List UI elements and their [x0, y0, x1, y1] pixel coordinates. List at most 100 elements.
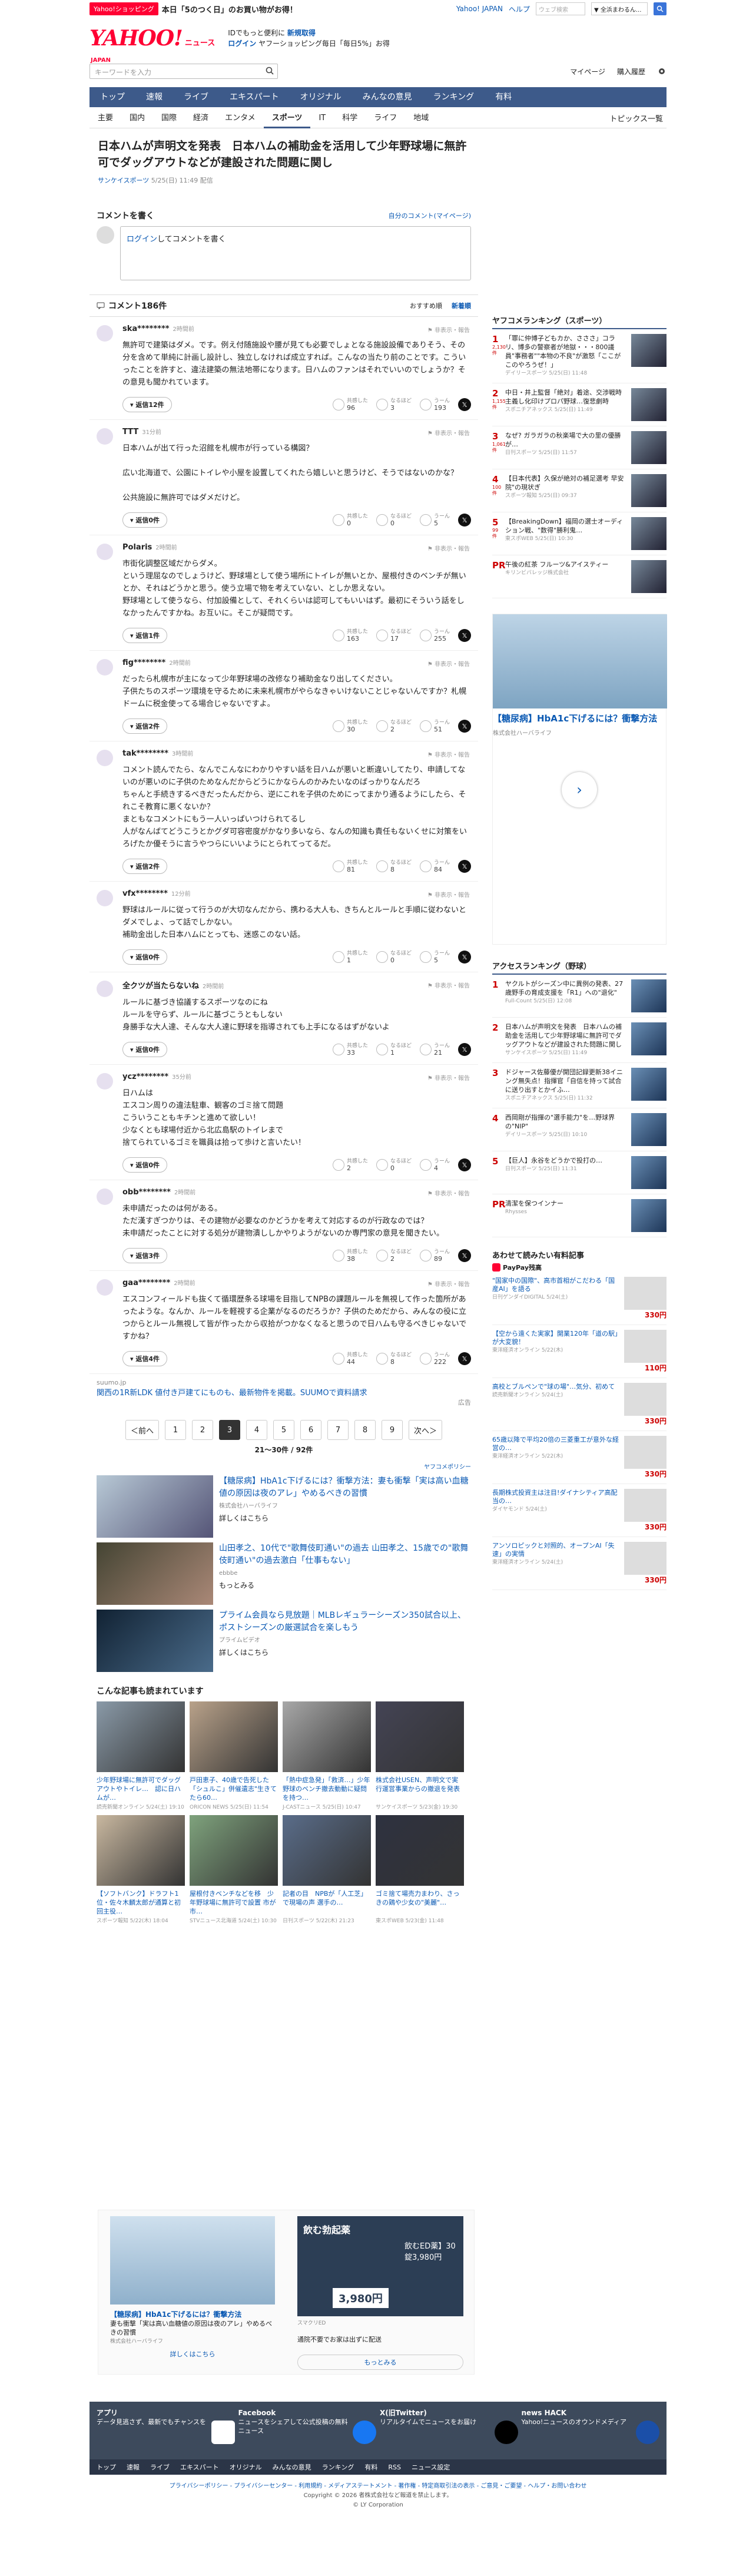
- ranking-item[interactable]: 4 100件 【日本代表】久保が絶対の補足選考 早安院"の現状ぎ スポーツ報知 5/2…: [492, 469, 667, 512]
- ranking-item[interactable]: 5 99件 【BreakingDown】福岡の選士オーディション戦、"数得"勝利鬼……: [492, 512, 667, 555]
- report-link[interactable]: ⚑ 非表示・報告: [427, 890, 470, 899]
- nav-opinion[interactable]: みんなの意見: [352, 87, 423, 107]
- rank-title[interactable]: ドジャース佐藤優が開団記録更新38イニング無失点！指揮官「自信を持って試合に送り…: [505, 1068, 623, 1094]
- ranking-item[interactable]: 1 2,130件 「罪に仲博子どもカか、さささ」コラリ、博多の警察者が地獄・・・80…: [492, 329, 667, 383]
- cat-economy[interactable]: 経済: [185, 108, 217, 128]
- react-insight-button[interactable]: なるほど 17: [376, 628, 412, 643]
- chevron-right-icon[interactable]: ›: [562, 772, 597, 807]
- rank-thumbnail[interactable]: [631, 474, 667, 507]
- react-insight-button[interactable]: なるほど 2: [376, 1249, 412, 1263]
- article-thumbnail[interactable]: [376, 1701, 464, 1772]
- page-1[interactable]: 1: [165, 1420, 186, 1440]
- next-button[interactable]: 次へ＞: [409, 1420, 443, 1440]
- related-article-title[interactable]: 株式会社USEN、声明文で実行運営事業からの撤退を発表: [376, 1776, 464, 1803]
- cat-domestic[interactable]: 国内: [121, 108, 153, 128]
- article-thumbnail[interactable]: [97, 1815, 185, 1886]
- react-agree-button[interactable]: 共感した 163: [332, 628, 368, 643]
- rank-thumbnail[interactable]: [631, 560, 667, 593]
- comment-user[interactable]: obb******** 2時間前: [122, 1187, 471, 1197]
- ad-item[interactable]: 山田孝之、10代で"歌舞伎町通い"の過去 山田孝之、15歳での"歌舞伎町通い"の…: [97, 1542, 471, 1605]
- react-insight-button[interactable]: なるほど 2: [376, 719, 412, 734]
- article-source[interactable]: サンケイスポーツ: [98, 177, 149, 184]
- reply-toggle-button[interactable]: ▾ 返信3件: [122, 1248, 168, 1263]
- ad-more[interactable]: もっとみる: [219, 1580, 471, 1592]
- paid-article-item[interactable]: "国家中の国際"、高市首相がこだわる「国産AI」を語る 日刊ゲンダイDIGITAL…: [492, 1272, 667, 1325]
- report-link[interactable]: ⚑ 非表示・報告: [427, 1073, 470, 1082]
- cat-entertainment[interactable]: エンタメ: [217, 108, 264, 128]
- avatar[interactable]: [97, 325, 113, 342]
- ad-more[interactable]: 詳しくはこちら: [110, 2349, 275, 2359]
- react-hmm-button[interactable]: うーん 4: [419, 1158, 450, 1173]
- comment-user[interactable]: fig******** 2時間前: [122, 658, 471, 667]
- reply-toggle-button[interactable]: ▾ 返信12件: [122, 397, 172, 412]
- related-article-card[interactable]: 株式会社USEN、声明文で実行運営事業からの撤退を発表 サンケイスポーツ 5/23…: [376, 1701, 464, 1810]
- reply-toggle-button[interactable]: ▾ 返信1件: [122, 628, 168, 643]
- rank-title[interactable]: 日本ハムが声明文を発表 日本ハムの補助金を活用して少年野球場に無許可でダッグアウ…: [505, 1023, 622, 1048]
- footer-nav-item[interactable]: みんなの意見: [273, 2462, 311, 2472]
- rank-thumbnail[interactable]: [631, 1156, 667, 1189]
- comment-username[interactable]: vfx********: [122, 889, 168, 898]
- comment-username[interactable]: tak********: [122, 749, 168, 758]
- reply-toggle-button[interactable]: ▾ 返信0件: [122, 1042, 168, 1057]
- bottom-ad-right[interactable]: 飲む勃起薬 飲むED薬】30錠3,980円 3,980円 スマクリED 通院不要…: [297, 2216, 463, 2370]
- sumo-ad[interactable]: suumo.jp 関西の1R新LDK 値付き戸建てにものも、最新物件を掲載。SU…: [97, 1379, 471, 1407]
- ad-more[interactable]: 詳しくはこちら: [219, 1512, 471, 1525]
- gear-icon[interactable]: [657, 67, 667, 76]
- page-3-current[interactable]: 3: [219, 1420, 240, 1440]
- rank-title[interactable]: 西岡剛が指揮の"選手能力"を…野球界の"NIP": [505, 1114, 615, 1130]
- related-article-title[interactable]: 少年野球場に無許可でダッグアウトやトイレ… 認に日ハムが…: [97, 1776, 185, 1803]
- x-share-icon[interactable]: 𝕏: [458, 629, 471, 642]
- ad-title[interactable]: プライム会員なら見放題｜MLBレギュラーシーズン350試合以上、ポストシーズンの…: [219, 1611, 466, 1633]
- footer-x[interactable]: X(旧Twitter) リアルタイムでニュースをお届け: [380, 2409, 518, 2452]
- rank-thumbnail[interactable]: [631, 388, 667, 421]
- comment-username[interactable]: ycz********: [122, 1072, 168, 1081]
- footer-nav-item[interactable]: トップ: [97, 2462, 116, 2472]
- rank-title[interactable]: 清潔を保つインナー: [505, 1200, 563, 1207]
- comment-user[interactable]: ska******** 2時間前: [122, 324, 471, 333]
- report-link[interactable]: ⚑ 非表示・報告: [427, 428, 470, 437]
- ad-title[interactable]: 山田孝之、10代で"歌舞伎町通い"の過去 山田孝之、15歳での"歌舞伎町通い"の…: [219, 1544, 468, 1565]
- react-insight-button[interactable]: なるほど 0: [376, 950, 412, 965]
- reply-toggle-button[interactable]: ▾ 返信0件: [122, 512, 168, 528]
- cat-main[interactable]: 主要: [89, 108, 121, 128]
- nav-expert[interactable]: エキスパート: [219, 87, 290, 107]
- bottom-ad-left[interactable]: 【糖尿病】HbA1c下げるには？衝撃方法 妻も衝撃「実は高い血糖値の原因は夜のア…: [110, 2216, 275, 2359]
- ad-item[interactable]: 【糖尿病】HbA1c下げるには？衝撃方法：妻も衝撃「実は高い血糖値の原因は夜のア…: [97, 1475, 471, 1538]
- comment-user[interactable]: Polaris 2時間前: [122, 542, 471, 552]
- nav-ranking[interactable]: ランキング: [423, 87, 485, 107]
- comment-user[interactable]: ycz******** 35分前: [122, 1072, 471, 1081]
- cat-science[interactable]: 科学: [334, 108, 366, 128]
- x-share-icon[interactable]: 𝕏: [458, 1249, 471, 1262]
- article-thumbnail[interactable]: [190, 1815, 278, 1886]
- footer-nav-item[interactable]: 速報: [127, 2462, 140, 2472]
- comment-textarea[interactable]: ログインしてコメントを書く: [120, 226, 471, 280]
- react-hmm-button[interactable]: うーん 222: [419, 1352, 450, 1366]
- article-title[interactable]: 日本ハムが声明文を発表 日本ハムの補助金を活用して少年野球場に無許可でダッグアウ…: [89, 131, 478, 171]
- x-share-icon[interactable]: 𝕏: [458, 514, 471, 527]
- comment-username[interactable]: 全クツが当たらないね: [122, 982, 199, 991]
- x-share-icon[interactable]: 𝕏: [458, 1158, 471, 1171]
- footer-nav-item[interactable]: オリジナル: [230, 2462, 262, 2472]
- related-article-card[interactable]: 記者の目 NPBが「人工芝」で現場の声 選手の… 日刊スポーツ 5/22(木) 2…: [283, 1815, 371, 1924]
- avatar[interactable]: [97, 1188, 113, 1205]
- ad-more[interactable]: 詳しくはこちら: [219, 1647, 471, 1659]
- article-thumbnail[interactable]: [376, 1815, 464, 1886]
- react-insight-button[interactable]: なるほど 1: [376, 1042, 412, 1057]
- avatar[interactable]: [97, 1279, 113, 1296]
- rank-title[interactable]: ヤクルトがシーズン中に異例の発表、27歳野手の育成支援を「R1」への"退化": [505, 980, 623, 996]
- related-article-card[interactable]: ゴミ捨て場売力まわり、さっきの鶏や少女の"美麗"… 東スポWEB 5/23(金) …: [376, 1815, 464, 1924]
- report-link[interactable]: ⚑ 非表示・報告: [427, 325, 470, 334]
- cat-sports[interactable]: スポーツ: [263, 108, 311, 128]
- rank-thumbnail[interactable]: [631, 517, 667, 550]
- report-link[interactable]: ⚑ 非表示・報告: [427, 544, 470, 552]
- sort-newest[interactable]: 新着順: [452, 301, 471, 310]
- comment-user[interactable]: 全クツが当たらないね 2時間前: [122, 979, 471, 991]
- avatar[interactable]: [97, 890, 113, 906]
- avatar[interactable]: [97, 659, 113, 676]
- access-ranking-item[interactable]: 5 【巨人】永谷をどうかで投打の… 日刊スポーツ 5/25(日) 11:31: [492, 1151, 667, 1194]
- related-article-card[interactable]: 【ソフトバンク】ドラフト1位・佐々木麟太郎が通算と初回主役… スポーツ報知 5/2…: [97, 1815, 185, 1924]
- article-thumbnail[interactable]: [190, 1701, 278, 1772]
- comment-username[interactable]: fig********: [122, 658, 165, 667]
- react-agree-button[interactable]: 共感した 30: [332, 719, 368, 734]
- reply-toggle-button[interactable]: ▾ 返信0件: [122, 1157, 168, 1173]
